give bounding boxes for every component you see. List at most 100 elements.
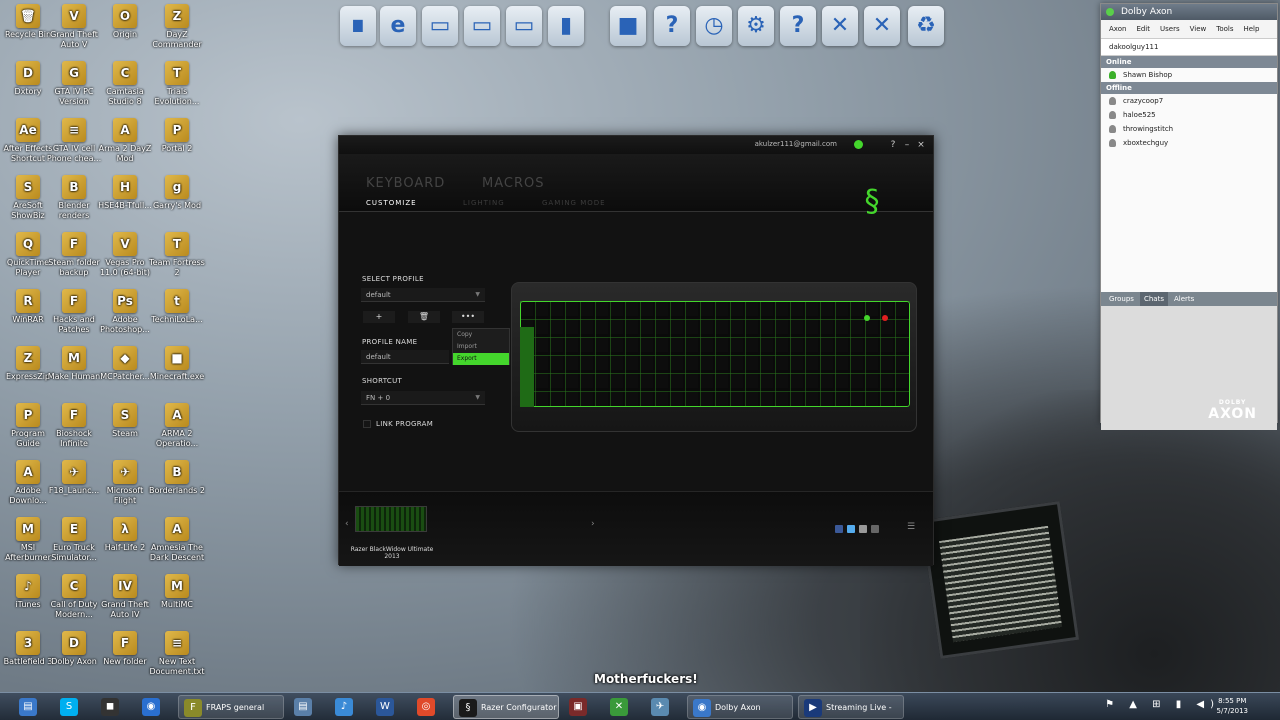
desktop-icon[interactable]: A Amnesia The Dark Descent — [149, 517, 205, 563]
contact-offline[interactable]: crazycoop7 — [1101, 94, 1277, 108]
desktop-icon[interactable]: M Make Human — [46, 346, 102, 382]
profile-name-input[interactable]: default — [361, 350, 449, 364]
desktop-icon[interactable]: V Grand Theft Auto V — [46, 4, 102, 50]
taskbar-button[interactable]: ◎ — [412, 695, 448, 719]
desktop-icon[interactable]: T Team Fortress 2 — [149, 232, 205, 278]
menu-axon[interactable]: Axon — [1109, 25, 1126, 33]
desktop-icon[interactable]: P Portal 2 — [149, 118, 205, 154]
taskbar-button[interactable]: § Razer Configurator — [453, 695, 559, 719]
taskbar-button[interactable]: ✈ — [646, 695, 682, 719]
contact-offline[interactable]: haloe525 — [1101, 108, 1277, 122]
desktop-icon[interactable]: ◆ MCPatcher... — [97, 346, 153, 382]
menu-users[interactable]: Users — [1160, 25, 1180, 33]
close-button[interactable]: × — [915, 139, 927, 151]
desktop-icon[interactable]: F Hacks and Patches — [46, 289, 102, 335]
prev-device-arrow[interactable]: ‹ — [345, 519, 349, 529]
desktop-icon[interactable]: M MultiMC — [149, 574, 205, 610]
desktop-icon[interactable]: T Trials Evolution... — [149, 61, 205, 107]
desktop-icon[interactable]: Ps Adobe Photoshop... — [97, 289, 153, 335]
menu-item-export[interactable]: Export — [453, 353, 509, 365]
taskbar-button[interactable]: ◉ — [137, 695, 173, 719]
subtab-lighting[interactable]: LIGHTING — [463, 199, 505, 207]
menu-view[interactable]: View — [1190, 25, 1207, 33]
profile-select[interactable]: default ▼ — [361, 288, 485, 302]
tab-alerts[interactable]: Alerts — [1170, 292, 1198, 306]
desktop-icon[interactable]: ≡ GTA IV cell Phone chea... — [46, 118, 102, 164]
tab-chats[interactable]: Chats — [1139, 292, 1168, 306]
contact-offline[interactable]: throwingstitch — [1101, 122, 1277, 136]
launcher-icon[interactable]: ◷ — [696, 6, 732, 46]
desktop-icon[interactable]: t TechniLoLa... — [149, 289, 205, 325]
axon-current-user[interactable]: dakoolguy111 — [1101, 39, 1277, 56]
desktop-icon[interactable]: F Bioshock Infinite — [46, 403, 102, 449]
desktop-icon[interactable]: D Dolby Axon — [46, 631, 102, 667]
desktop-icon[interactable]: H HSE4B-Tfull... — [97, 175, 153, 211]
menu-item-copy[interactable]: Copy — [453, 329, 509, 341]
launcher-icon[interactable]: ✕ — [864, 6, 900, 46]
contact-online[interactable]: Shawn Bishop — [1101, 68, 1277, 82]
menu-icon[interactable]: ☰ — [907, 522, 915, 532]
contact-offline[interactable]: xboxtechguy — [1101, 136, 1277, 150]
menu-item-import[interactable]: Import — [453, 341, 509, 353]
taskbar-button[interactable]: ▤ — [289, 695, 325, 719]
share-icon[interactable] — [859, 525, 867, 533]
shortcut-select[interactable]: FN + 0 ▼ — [361, 391, 485, 405]
more-options-button[interactable]: ••• — [452, 311, 484, 323]
link-program-checkbox[interactable] — [363, 420, 371, 428]
taskbar-button[interactable]: ▤ — [14, 695, 50, 719]
add-profile-button[interactable]: + — [363, 311, 395, 323]
taskbar-button[interactable]: F FRAPS general — [178, 695, 284, 719]
tab-groups[interactable]: Groups — [1105, 292, 1138, 306]
launcher-icon[interactable]: ▭ — [464, 6, 500, 46]
launcher-icon[interactable]: ✕ — [822, 6, 858, 46]
desktop-icon[interactable]: O Origin — [97, 4, 153, 40]
macro-keys[interactable] — [520, 327, 534, 407]
desktop-icon[interactable]: λ Half-Life 2 — [97, 517, 153, 553]
taskbar-button[interactable]: ◼ — [96, 695, 132, 719]
desktop-icon[interactable]: ✈ F18_Launc... — [46, 460, 102, 496]
online-section-header[interactable]: Online — [1101, 56, 1277, 68]
desktop-icon[interactable]: G GTA IV PC Version — [46, 61, 102, 107]
menu-edit[interactable]: Edit — [1136, 25, 1150, 33]
launcher-icon[interactable]: ⚙ — [738, 6, 774, 46]
launcher-icon[interactable]: ▮ — [548, 6, 584, 46]
desktop-icon[interactable]: A ARMA 2 Operatio... — [149, 403, 205, 449]
launcher-icon[interactable]: ∎ — [340, 6, 376, 46]
desktop-icon[interactable]: A Arma 2 DayZ Mod — [97, 118, 153, 164]
help-button[interactable]: ? — [887, 139, 899, 151]
menu-tools[interactable]: Tools — [1216, 25, 1233, 33]
desktop-icon[interactable]: IV Grand Theft Auto IV — [97, 574, 153, 620]
desktop-icon[interactable]: ■ Minecraft.exe — [149, 346, 205, 382]
tab-keyboard[interactable]: KEYBOARD — [366, 176, 445, 191]
taskbar-clock[interactable]: 8:55 PM 5/7/2013 — [1217, 696, 1248, 716]
offline-section-header[interactable]: Offline — [1101, 82, 1277, 94]
launcher-icon[interactable]: ? — [780, 6, 816, 46]
desktop-icon[interactable]: ✈ Microsoft Flight — [97, 460, 153, 506]
tab-macros[interactable]: MACROS — [482, 176, 544, 191]
desktop-icon[interactable]: g Garry's Mod — [149, 175, 205, 211]
taskbar-button[interactable]: ✕ — [605, 695, 641, 719]
desktop-icon[interactable]: C Camtasia Studio 8 — [97, 61, 153, 107]
desktop-icon[interactable]: V Vegas Pro 11.0 (64-bit) — [97, 232, 153, 278]
next-device-arrow[interactable]: › — [591, 519, 595, 529]
launcher-icon[interactable]: ▭ — [422, 6, 458, 46]
taskbar-button[interactable]: ▶Streaming Live - l... — [798, 695, 904, 719]
facebook-icon[interactable] — [835, 525, 843, 533]
desktop-icon[interactable]: Z DayZ Commander — [149, 4, 205, 50]
launcher-icon[interactable]: ? — [654, 6, 690, 46]
taskbar-button[interactable]: ◉ Dolby Axon — [687, 695, 793, 719]
delete-profile-button[interactable]: 🗑 — [408, 311, 440, 323]
subtab-customize[interactable]: CUSTOMIZE — [366, 199, 417, 207]
launcher-icon[interactable]: e — [380, 6, 416, 46]
taskbar-button[interactable]: W — [371, 695, 407, 719]
desktop-icon[interactable]: F New folder — [97, 631, 153, 667]
device-thumbnail[interactable] — [355, 506, 427, 532]
subtab-gaming-mode[interactable]: GAMING MODE — [542, 199, 606, 207]
launcher-icon[interactable]: ♻ — [908, 6, 944, 46]
taskbar-button[interactable]: ▣ — [564, 695, 600, 719]
desktop-icon[interactable]: F Steam folder backup — [46, 232, 102, 278]
minimize-button[interactable]: – — [901, 139, 913, 151]
system-tray-icons[interactable]: ⚑ ▲ ⊞ ▮ ◀) — [1105, 699, 1220, 710]
twitter-icon[interactable] — [847, 525, 855, 533]
launcher-icon[interactable]: ▭ — [506, 6, 542, 46]
